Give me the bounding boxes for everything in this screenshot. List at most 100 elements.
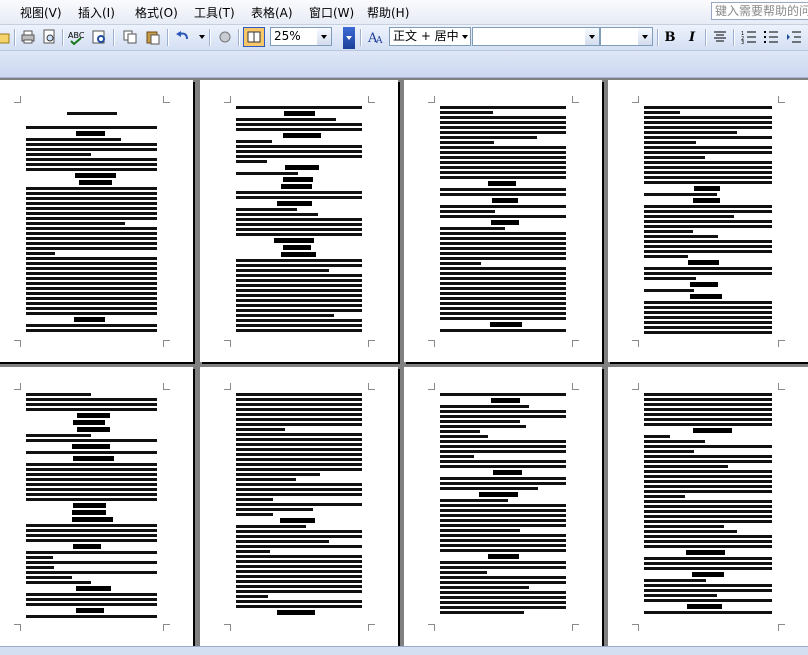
document-page[interactable] [404,80,602,362]
zoom-value: 25% [274,29,301,43]
drawing-icon[interactable] [216,28,234,46]
menu-format[interactable]: 格式(O) [135,4,178,21]
spelling-icon[interactable]: ABC [68,28,86,46]
italic-button[interactable]: I [683,28,701,46]
menu-window[interactable]: 窗口(W) [309,4,354,21]
heading-line [692,198,720,203]
text-line [440,267,566,270]
text-line [440,171,566,174]
toolbar-options-icon[interactable] [343,27,355,49]
text-line [26,267,157,270]
document-page[interactable] [608,367,808,646]
chevron-down-icon[interactable] [317,28,331,45]
text-line [644,470,772,473]
bullets-icon[interactable] [762,28,780,46]
document-page[interactable] [608,80,808,362]
text-line [644,480,772,483]
chevron-down-icon[interactable] [585,28,599,45]
numbering-icon[interactable]: 123 [740,28,758,46]
align-center-icon[interactable] [711,28,729,46]
text-line [236,191,362,194]
paste-icon[interactable] [144,28,162,46]
style-select[interactable]: 正文 + 居中 [389,27,471,46]
document-page[interactable] [0,367,193,646]
text-line [440,277,566,280]
text-line [440,257,566,260]
zoom-select[interactable]: 25% [270,27,332,46]
text-line [236,223,362,226]
text-line [644,455,772,458]
menu-table[interactable]: 表格(A) [251,4,293,21]
text-line [236,570,362,573]
reading-layout-icon[interactable] [243,27,265,47]
text-line [440,499,508,502]
text-line [236,294,362,297]
text-line [236,443,362,446]
bold-button[interactable]: B [661,28,679,46]
document-page[interactable] [200,80,398,362]
menu-view[interactable]: 视图(V) [20,4,62,21]
text-line [440,509,566,512]
heading-line [77,413,110,418]
help-search-input[interactable]: 键入需要帮助的问题 [711,2,808,20]
print-icon[interactable] [19,28,37,46]
text-line [236,403,362,406]
text-line [26,227,157,230]
toolbar-separator [733,29,735,46]
text-line [440,611,524,614]
text-line [236,580,362,583]
document-page[interactable] [0,80,193,362]
text-line [236,565,362,568]
text-line [236,269,329,272]
text-line [644,166,772,169]
text-line [236,155,362,158]
text-line [644,465,728,468]
print-preview-icon[interactable] [40,28,58,46]
menu-insert[interactable]: 插入(I) [78,4,115,21]
text-line [644,250,772,253]
text-line [236,513,273,516]
document-workspace[interactable] [0,78,808,646]
document-page[interactable] [200,367,398,646]
menu-tools[interactable]: 工具(T) [194,4,235,21]
menu-help[interactable]: 帮助(H) [367,4,409,21]
heading-line [76,586,111,591]
font-size-select[interactable] [600,27,653,46]
text-line [236,525,306,528]
chevron-down-icon[interactable] [462,35,468,39]
text-line [26,403,157,406]
text-line [440,566,566,569]
chevron-down-icon[interactable] [638,28,652,45]
heading-line [692,428,732,433]
text-line [26,163,157,166]
research-icon[interactable] [90,28,108,46]
document-page[interactable] [404,367,602,646]
text-line [236,128,362,131]
text-line [26,463,157,466]
text-line [236,150,362,153]
open-icon[interactable] [0,28,12,46]
text-line [440,549,566,552]
text-line [236,314,334,317]
text-line [236,289,362,292]
heading-line [491,220,519,225]
heading-line [72,420,105,425]
crop-mark [428,383,435,390]
text-line [236,438,362,441]
decrease-indent-icon[interactable] [785,28,803,46]
undo-icon[interactable] [174,28,192,46]
text-line [26,287,157,290]
text-line [26,329,157,332]
text-line [26,207,157,210]
text-line [236,304,362,307]
heading-line [283,111,315,116]
text-line [26,529,157,532]
font-select[interactable] [472,27,600,46]
heading-line [692,572,724,577]
heading-line [72,544,101,549]
text-line [236,468,362,471]
styles-formatting-icon[interactable]: AA [367,28,385,46]
copy-icon[interactable] [121,28,139,46]
text-line [236,218,362,221]
toolbar-separator [209,29,211,46]
